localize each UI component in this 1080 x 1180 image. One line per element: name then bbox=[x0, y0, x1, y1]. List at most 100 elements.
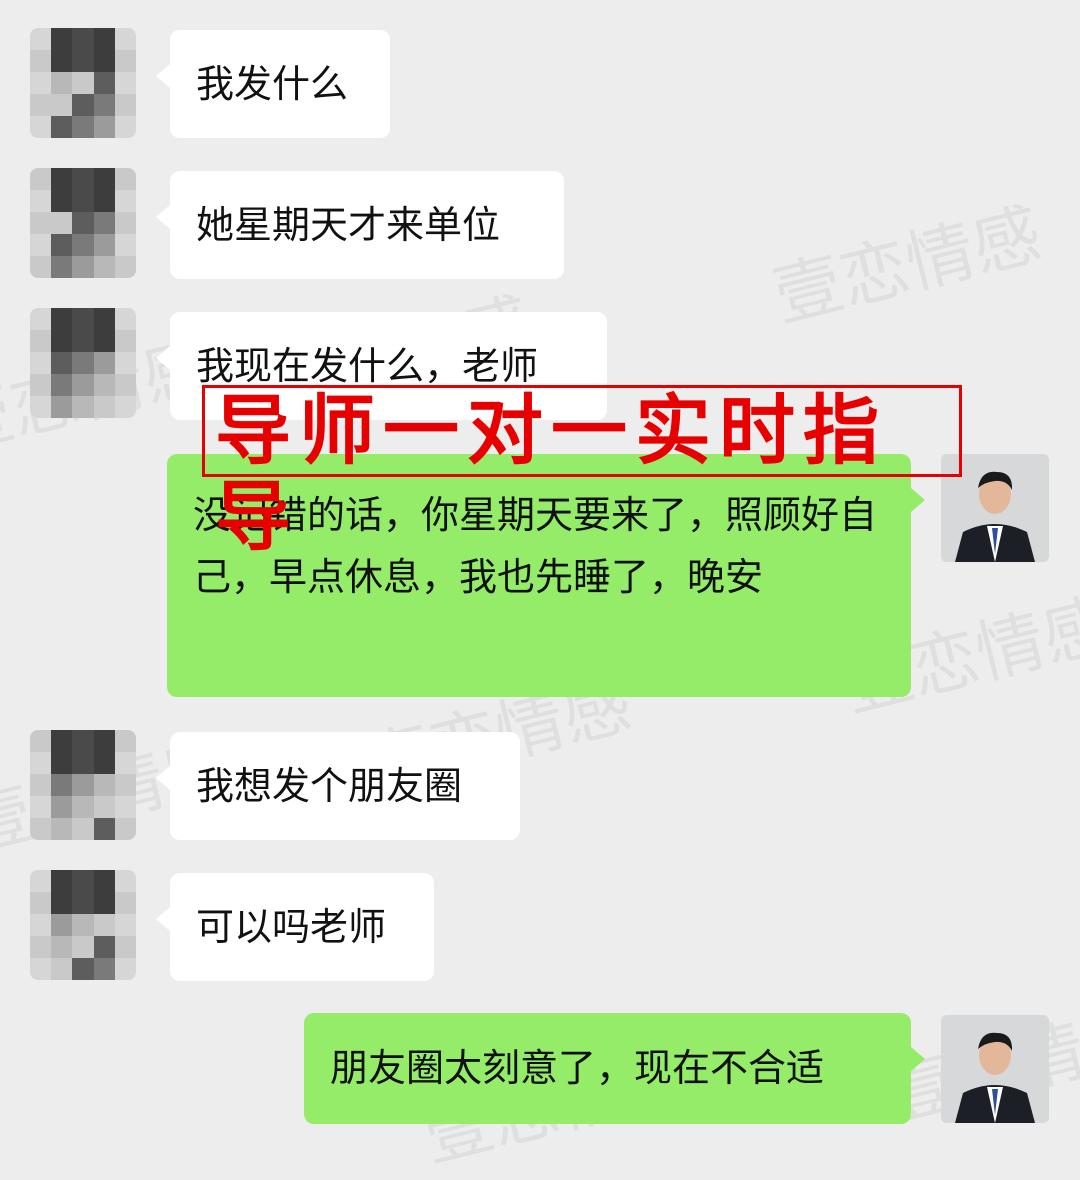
avatar-pixel bbox=[72, 958, 94, 980]
avatar[interactable] bbox=[30, 28, 136, 138]
avatar-pixel bbox=[51, 190, 73, 212]
avatar-pixel bbox=[72, 256, 94, 278]
message-bubble-incoming[interactable]: 我想发个朋友圈 bbox=[156, 732, 520, 840]
avatar-pixel bbox=[72, 892, 94, 914]
avatar-pixel bbox=[51, 958, 73, 980]
message-bubble-incoming[interactable]: 她星期天才来单位 bbox=[156, 171, 564, 279]
avatar-pixel bbox=[30, 94, 52, 116]
avatar-pixel bbox=[30, 936, 52, 958]
avatar-pixel bbox=[72, 94, 94, 116]
avatar-pixel bbox=[93, 374, 115, 396]
avatar-pixel bbox=[30, 352, 52, 374]
avatar-pixel bbox=[51, 870, 73, 892]
avatar-pixel bbox=[114, 818, 136, 840]
avatar-pixel bbox=[51, 330, 73, 352]
avatar-pixel bbox=[93, 892, 115, 914]
avatar-pixel bbox=[30, 116, 52, 138]
avatar-pixel bbox=[30, 234, 52, 256]
avatar[interactable] bbox=[30, 870, 136, 980]
avatar-pixel bbox=[114, 914, 136, 936]
avatar-pixel bbox=[114, 94, 136, 116]
avatar-pixel bbox=[93, 72, 115, 94]
avatar-pixel bbox=[114, 212, 136, 234]
avatar-pixel bbox=[51, 50, 73, 72]
avatar-pixel bbox=[72, 796, 94, 818]
avatar-pixel bbox=[93, 50, 115, 72]
avatar-pixel bbox=[51, 936, 73, 958]
avatar-pixel bbox=[30, 958, 52, 980]
avatar-pixel bbox=[51, 212, 73, 234]
pixelated-avatar-image bbox=[30, 168, 136, 278]
message-bubble-outgoing[interactable]: 朋友圈太刻意了，现在不合适 bbox=[304, 1013, 925, 1124]
avatar-pixel bbox=[51, 774, 73, 796]
avatar-pixel bbox=[93, 256, 115, 278]
avatar-pixel bbox=[51, 374, 73, 396]
avatar-pixel bbox=[114, 352, 136, 374]
coach-avatar[interactable] bbox=[941, 1015, 1049, 1123]
avatar-pixel bbox=[72, 116, 94, 138]
avatar-pixel bbox=[51, 396, 73, 418]
avatar-pixel bbox=[114, 774, 136, 796]
avatar-pixel bbox=[93, 818, 115, 840]
avatar-pixel bbox=[72, 774, 94, 796]
avatar-pixel bbox=[93, 352, 115, 374]
avatar-pixel bbox=[51, 352, 73, 374]
avatar-pixel bbox=[51, 892, 73, 914]
avatar-pixel bbox=[72, 914, 94, 936]
avatar-pixel bbox=[114, 168, 136, 190]
avatar-pixel bbox=[72, 396, 94, 418]
avatar-pixel bbox=[72, 308, 94, 330]
avatar-pixel bbox=[114, 28, 136, 50]
avatar-pixel bbox=[72, 72, 94, 94]
pixelated-avatar-image bbox=[30, 28, 136, 138]
avatar-pixel bbox=[93, 94, 115, 116]
avatar-pixel bbox=[30, 796, 52, 818]
avatar[interactable] bbox=[30, 730, 136, 840]
message-bubble-incoming[interactable]: 我发什么 bbox=[156, 30, 390, 138]
avatar-pixel bbox=[72, 50, 94, 72]
avatar-pixel bbox=[93, 752, 115, 774]
avatar-pixel bbox=[93, 116, 115, 138]
avatar-pixel bbox=[51, 28, 73, 50]
avatar-pixel bbox=[72, 374, 94, 396]
avatar-pixel bbox=[51, 818, 73, 840]
avatar-pixel bbox=[93, 870, 115, 892]
avatar-pixel bbox=[30, 752, 52, 774]
avatar-pixel bbox=[30, 50, 52, 72]
avatar-pixel bbox=[30, 774, 52, 796]
avatar-pixel bbox=[114, 116, 136, 138]
avatar-pixel bbox=[93, 730, 115, 752]
avatar-pixel bbox=[114, 374, 136, 396]
avatar-pixel bbox=[51, 752, 73, 774]
watermark: 壹恋情感 bbox=[766, 195, 1050, 338]
avatar-pixel bbox=[51, 72, 73, 94]
avatar-pixel bbox=[93, 774, 115, 796]
avatar-pixel bbox=[114, 72, 136, 94]
avatar-pixel bbox=[30, 72, 52, 94]
avatar-pixel bbox=[93, 234, 115, 256]
avatar-pixel bbox=[93, 190, 115, 212]
avatar-pixel bbox=[114, 308, 136, 330]
avatar-pixel bbox=[30, 374, 52, 396]
avatar-pixel bbox=[72, 870, 94, 892]
avatar-pixel bbox=[51, 914, 73, 936]
avatar-pixel bbox=[30, 168, 52, 190]
avatar-pixel bbox=[114, 50, 136, 72]
avatar-pixel bbox=[114, 190, 136, 212]
avatar-pixel bbox=[72, 330, 94, 352]
avatar-pixel bbox=[114, 730, 136, 752]
avatar-pixel bbox=[51, 234, 73, 256]
message-bubble-incoming[interactable]: 可以吗老师 bbox=[156, 873, 434, 981]
avatar-pixel bbox=[93, 914, 115, 936]
avatar-pixel bbox=[114, 752, 136, 774]
avatar-pixel bbox=[30, 730, 52, 752]
avatar-pixel bbox=[72, 234, 94, 256]
avatar-pixel bbox=[30, 212, 52, 234]
avatar-pixel bbox=[72, 730, 94, 752]
coach-portrait-image bbox=[941, 1015, 1049, 1123]
avatar-pixel bbox=[72, 936, 94, 958]
avatar-pixel bbox=[30, 308, 52, 330]
avatar[interactable] bbox=[30, 308, 136, 418]
avatar[interactable] bbox=[30, 168, 136, 278]
avatar-pixel bbox=[72, 190, 94, 212]
